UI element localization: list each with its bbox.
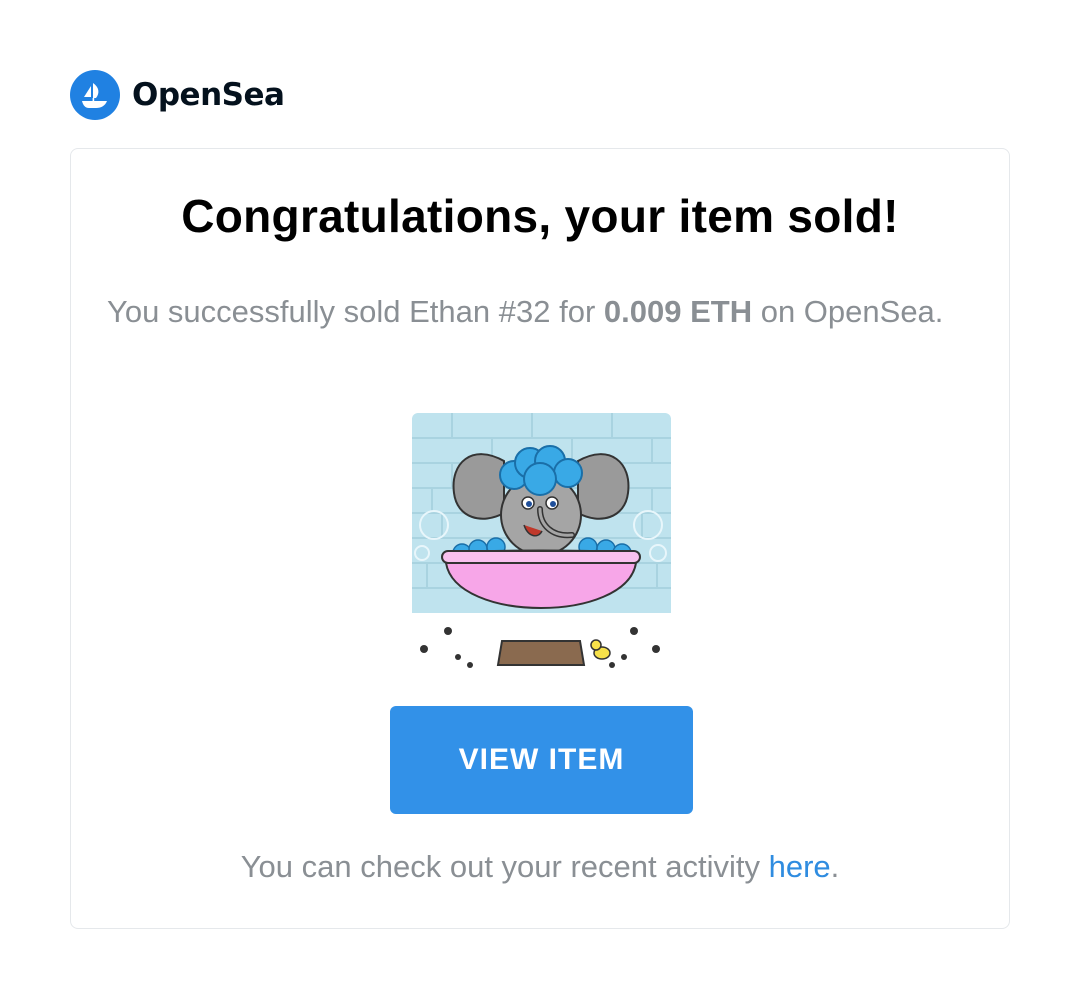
footer-prefix: You can check out your recent activity: [240, 849, 769, 884]
view-item-button[interactable]: VIEW ITEM: [390, 706, 693, 814]
recent-activity-link[interactable]: here: [769, 849, 831, 884]
page-title: Congratulations, your item sold!: [181, 190, 899, 242]
message-prefix: You successfully sold Ethan #32 for: [107, 294, 604, 329]
opensea-ship-icon[interactable]: [70, 70, 120, 120]
footer-suffix: .: [830, 849, 840, 884]
brand-header: OpenSea: [70, 70, 285, 120]
sale-notification-card: Congratulations, your item sold! You suc…: [70, 148, 1010, 929]
sale-price: 0.009 ETH: [603, 294, 753, 329]
sale-message: You successfully sold Ethan #32 for 0.00…: [107, 289, 973, 335]
nft-elephant-in-bathtub-image[interactable]: [412, 413, 671, 672]
brand-name: OpenSea: [132, 77, 285, 113]
recent-activity-text: You can check out your recent activity h…: [71, 849, 1009, 885]
message-suffix: on OpenSea.: [752, 294, 944, 329]
